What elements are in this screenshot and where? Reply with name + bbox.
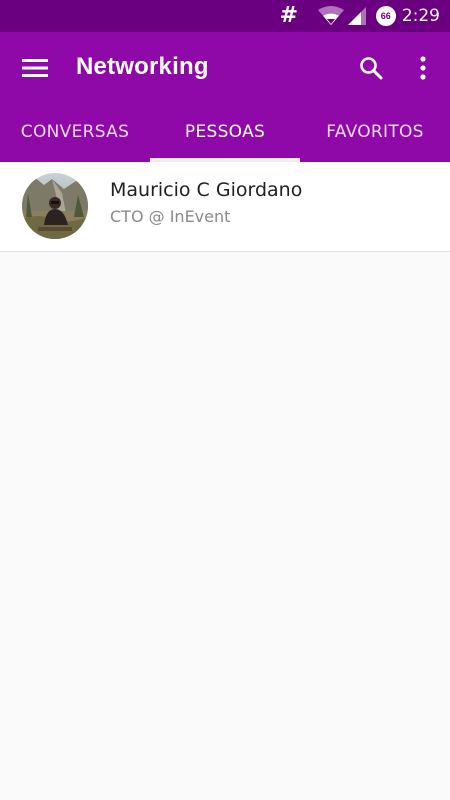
person-name: Mauricio C Giordano	[110, 179, 303, 201]
signal-icon	[347, 7, 366, 25]
people-list: Mauricio C Giordano CTO @ InEvent	[0, 162, 450, 252]
list-item[interactable]: Mauricio C Giordano CTO @ InEvent	[0, 162, 450, 252]
app-bar: Networking CONVERSAS PESSOAS FAVORITOS	[0, 32, 450, 162]
search-icon	[360, 57, 383, 80]
tab-conversas[interactable]: CONVERSAS	[0, 102, 150, 162]
tab-bar: CONVERSAS PESSOAS FAVORITOS	[0, 102, 450, 162]
toolbar: Networking	[0, 32, 450, 102]
battery-level: 66	[380, 11, 391, 21]
more-options-button[interactable]	[404, 49, 442, 87]
menu-button[interactable]	[16, 49, 54, 87]
avatar	[22, 173, 88, 239]
tab-favoritos[interactable]: FAVORITOS	[300, 102, 450, 162]
more-vert-icon	[420, 56, 426, 80]
hashtag-notification-icon: #	[279, 3, 299, 28]
page-title: Networking	[76, 53, 209, 80]
search-button[interactable]	[352, 49, 390, 87]
clock: 2:29	[401, 6, 440, 26]
battery-icon: 66	[375, 6, 396, 26]
person-subtitle: CTO @ InEvent	[110, 207, 231, 226]
tab-pessoas[interactable]: PESSOAS	[150, 102, 300, 162]
menu-icon	[22, 59, 48, 77]
wifi-icon	[317, 6, 344, 25]
status-bar: # 66 2:29	[0, 0, 450, 32]
